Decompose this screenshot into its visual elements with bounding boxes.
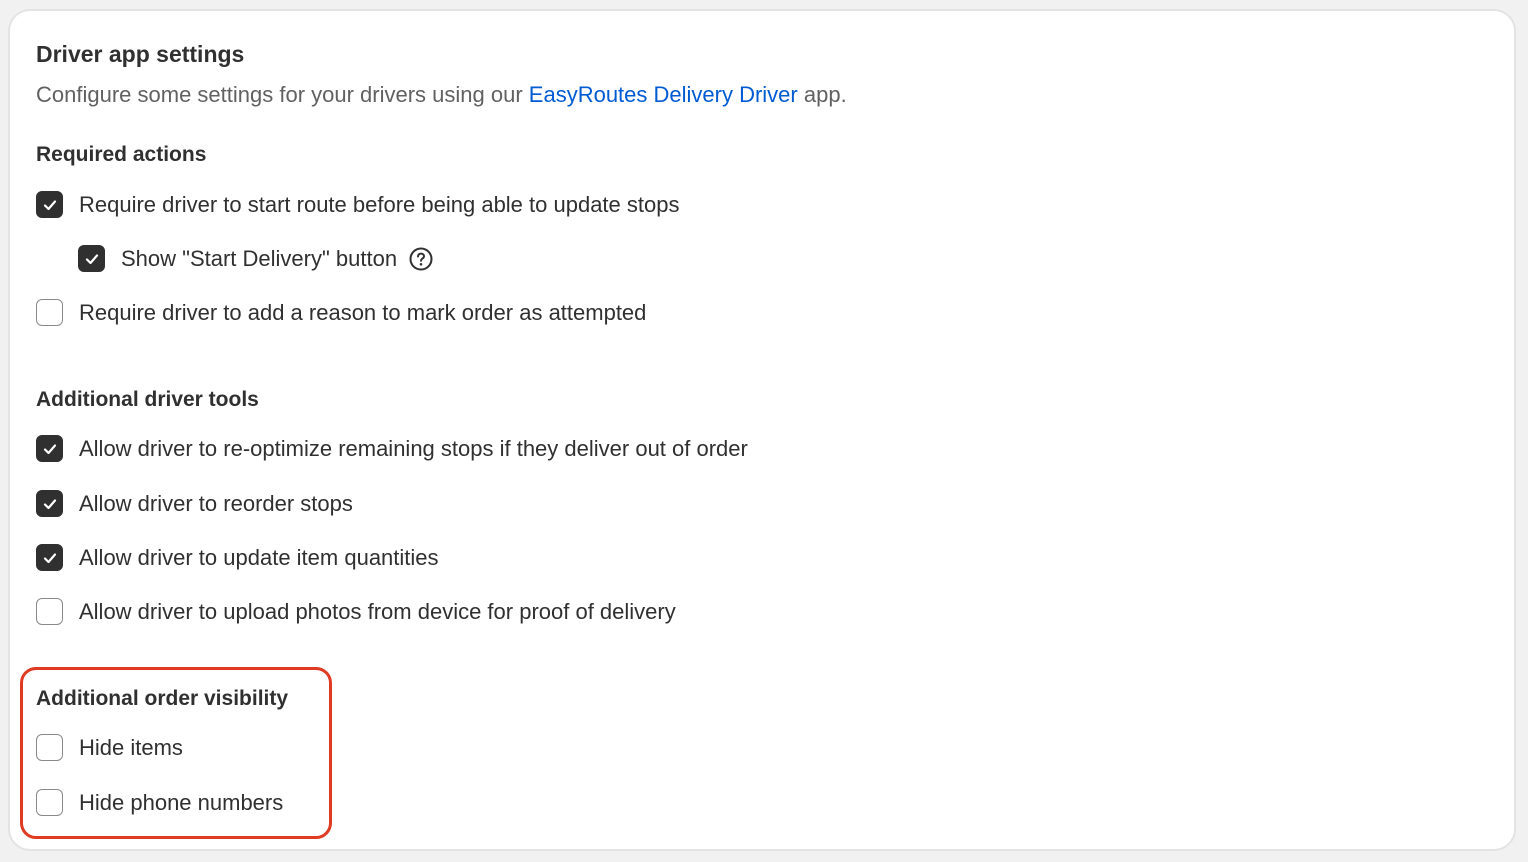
checkbox-label: Allow driver to re-optimize remaining st…: [79, 435, 748, 461]
checkbox-row-hide-items[interactable]: Hide items: [36, 734, 183, 761]
checkbox-label: Require driver to start route before bei…: [79, 191, 680, 217]
easyroutes-driver-app-link[interactable]: EasyRoutes Delivery Driver: [529, 82, 798, 107]
checkbox-reorder-stops[interactable]: [36, 490, 63, 517]
card-subtitle: Configure some settings for your drivers…: [36, 82, 847, 108]
help-circle-icon[interactable]: [408, 246, 434, 272]
checkmark-icon: [43, 443, 56, 454]
section-heading-order-visibility: Additional order visibility: [36, 687, 289, 710]
checkbox-label: Allow driver to reorder stops: [79, 490, 353, 516]
checkbox-row-upload-photos[interactable]: Allow driver to upload photos from devic…: [36, 598, 676, 625]
checkbox-require-attempt-reason[interactable]: [36, 299, 63, 326]
checkbox-label: Allow driver to upload photos from devic…: [79, 598, 676, 624]
subtitle-suffix: app.: [797, 82, 847, 107]
checkbox-label: Hide phone numbers: [79, 789, 284, 815]
checkbox-row-show-start-delivery[interactable]: Show "Start Delivery" button: [78, 245, 434, 272]
checkmark-icon: [85, 253, 98, 264]
card-title: Driver app settings: [36, 41, 245, 67]
checkbox-hide-phone-numbers[interactable]: [36, 789, 63, 816]
subtitle-text: Configure some settings for your drivers…: [36, 82, 529, 107]
checkbox-hide-items[interactable]: [36, 734, 63, 761]
checkbox-row-require-attempt-reason[interactable]: Require driver to add a reason to mark o…: [36, 299, 646, 326]
driver-app-settings-card: Driver app settings Configure some setti…: [8, 9, 1516, 851]
checkbox-update-quantities[interactable]: [36, 544, 63, 571]
checkbox-reoptimize-stops[interactable]: [36, 435, 63, 462]
checkbox-label: Require driver to add a reason to mark o…: [79, 299, 647, 325]
checkmark-icon: [43, 498, 56, 509]
checkbox-row-require-start-route[interactable]: Require driver to start route before bei…: [36, 191, 679, 218]
checkbox-show-start-delivery[interactable]: [78, 245, 105, 272]
section-heading-required-actions: Required actions: [36, 143, 207, 166]
checkbox-row-update-quantities[interactable]: Allow driver to update item quantities: [36, 544, 439, 571]
checkbox-row-reoptimize-stops[interactable]: Allow driver to re-optimize remaining st…: [36, 435, 748, 462]
checkbox-label: Show "Start Delivery" button: [121, 245, 398, 271]
section-heading-driver-tools: Additional driver tools: [36, 388, 259, 411]
checkbox-label: Allow driver to update item quantities: [79, 544, 439, 570]
checkmark-icon: [43, 552, 56, 563]
checkbox-upload-photos[interactable]: [36, 598, 63, 625]
checkbox-require-start-route[interactable]: [36, 191, 63, 218]
checkbox-row-hide-phone-numbers[interactable]: Hide phone numbers: [36, 789, 283, 816]
checkbox-row-reorder-stops[interactable]: Allow driver to reorder stops: [36, 490, 353, 517]
checkmark-icon: [43, 199, 56, 210]
checkbox-label: Hide items: [79, 734, 183, 760]
